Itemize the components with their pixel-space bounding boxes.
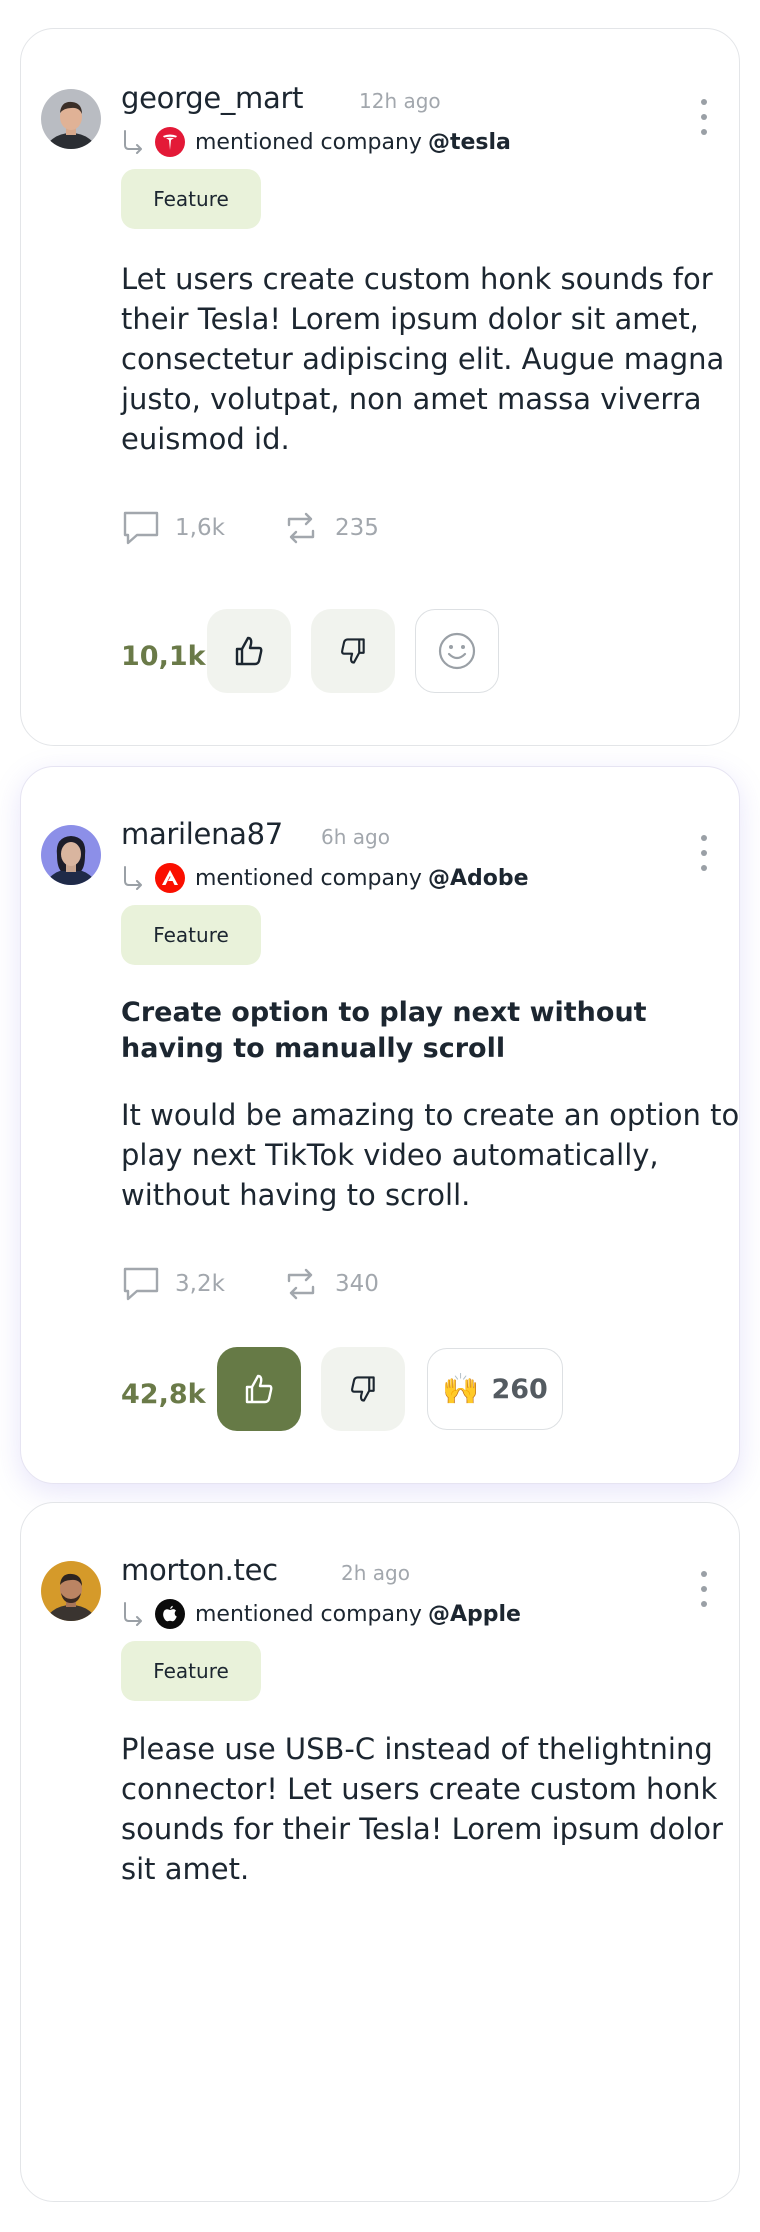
post-body: It would be amazing to create an option …	[121, 1098, 740, 1212]
post-body: Let users create custom honk sounds for …	[121, 262, 725, 456]
username[interactable]: morton.tec	[121, 1553, 278, 1587]
username[interactable]: george_mart	[121, 81, 303, 115]
apple-logo-icon	[155, 1599, 185, 1629]
reaction-count: 260	[491, 1373, 548, 1405]
mention-row: mentioned company @Apple	[121, 1597, 521, 1631]
category-tag[interactable]: Feature	[121, 905, 261, 965]
category-tag[interactable]: Feature	[121, 169, 261, 229]
thumbs-down-icon	[351, 1376, 375, 1402]
comment-count: 3,2k	[175, 1271, 225, 1297]
upvote-button[interactable]	[207, 609, 291, 693]
repost-count: 340	[335, 1271, 379, 1297]
username[interactable]: marilena87	[121, 817, 283, 851]
tesla-logo-icon	[155, 127, 185, 157]
post-body: Please use USB-C instead of thelightning…	[121, 1732, 723, 1886]
vote-count: 42,8k	[121, 1379, 206, 1410]
mention-text: mentioned company	[195, 865, 422, 891]
reposts-stat[interactable]: 340	[281, 1265, 379, 1303]
reply-arrow-icon	[124, 866, 142, 890]
reaction-chip[interactable]: 🙌 260	[427, 1348, 563, 1430]
comments-stat[interactable]: 1,6k	[121, 509, 225, 547]
timestamp: 2h ago	[341, 1561, 410, 1585]
reply-arrow-icon	[124, 1602, 142, 1626]
upvote-button[interactable]	[217, 1347, 301, 1431]
smiley-icon	[438, 632, 476, 670]
thumbs-up-icon	[245, 1374, 273, 1404]
adobe-logo-icon	[155, 863, 185, 893]
post-card: morton.tec 2h ago mentioned company @App…	[20, 1502, 740, 2202]
post-title: Create option to play next without havin…	[121, 997, 647, 1064]
comment-icon	[123, 1267, 159, 1301]
thumbs-up-icon	[235, 636, 263, 666]
thumbs-down-icon	[341, 638, 365, 664]
mention-row: mentioned company @tesla	[121, 125, 511, 159]
more-options-icon[interactable]	[699, 1571, 709, 1607]
company-mention-link[interactable]: @Adobe	[428, 866, 529, 891]
reposts-stat[interactable]: 235	[281, 509, 379, 547]
post-card: george_mart 12h ago mentioned company @t…	[20, 28, 740, 746]
vote-count: 10,1k	[121, 641, 206, 672]
comment-count: 1,6k	[175, 515, 225, 541]
downvote-button[interactable]	[321, 1347, 405, 1431]
more-options-icon[interactable]	[699, 835, 709, 871]
avatar[interactable]	[41, 825, 101, 885]
repost-icon	[287, 1268, 315, 1300]
mention-row: mentioned company @Adobe	[121, 861, 529, 895]
avatar[interactable]	[41, 89, 101, 149]
repost-count: 235	[335, 515, 379, 541]
comment-icon	[123, 511, 159, 545]
mention-text: mentioned company	[195, 1601, 422, 1627]
post-card: marilena87 6h ago mentioned company @Ado…	[20, 766, 740, 1484]
mention-text: mentioned company	[195, 129, 422, 155]
raising-hands-icon: 🙌	[442, 1371, 480, 1407]
add-reaction-button[interactable]	[415, 609, 499, 693]
timestamp: 12h ago	[359, 89, 441, 113]
avatar[interactable]	[41, 1561, 101, 1621]
more-options-icon[interactable]	[699, 99, 709, 135]
category-tag[interactable]: Feature	[121, 1641, 261, 1701]
company-mention-link[interactable]: @tesla	[428, 130, 511, 155]
comments-stat[interactable]: 3,2k	[121, 1265, 225, 1303]
downvote-button[interactable]	[311, 609, 395, 693]
repost-icon	[287, 512, 315, 544]
reply-arrow-icon	[124, 130, 142, 154]
timestamp: 6h ago	[321, 825, 390, 849]
company-mention-link[interactable]: @Apple	[428, 1602, 521, 1627]
